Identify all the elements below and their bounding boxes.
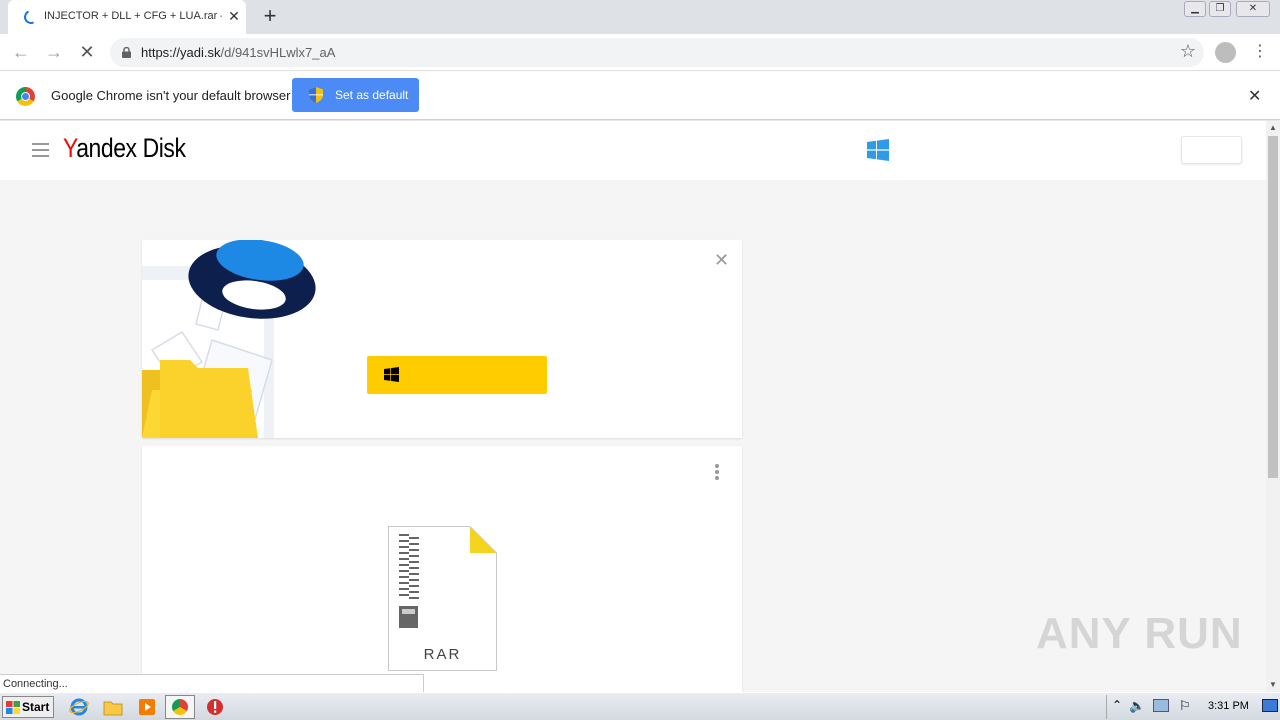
download-for-windows-button[interactable] xyxy=(367,356,547,394)
more-options-icon[interactable] xyxy=(714,464,720,484)
windows-logo-icon xyxy=(384,367,399,382)
uac-shield-icon xyxy=(309,87,323,103)
system-tray: ⌃ 🔈 ⚐ xyxy=(1106,695,1280,719)
media-player-icon[interactable] xyxy=(137,697,157,717)
restore-button[interactable]: ❐ xyxy=(1209,1,1231,17)
tab-close-icon[interactable]: ✕ xyxy=(226,8,242,25)
stop-sign-icon[interactable] xyxy=(205,697,225,717)
window-close-button[interactable]: ✕ xyxy=(1236,1,1270,17)
tab-title: INJECTOR + DLL + CFG + LUA.rar – xyxy=(44,10,222,22)
show-desktop-icon[interactable] xyxy=(1262,699,1278,712)
windows-taskbar: Start ⌃ 🔈 ⚐ 3:31 PM xyxy=(0,692,1280,720)
scrollbar-thumb[interactable] xyxy=(1268,136,1278,478)
volume-icon[interactable]: 🔈 xyxy=(1129,698,1145,714)
default-browser-infobar: Google Chrome isn't your default browser… xyxy=(0,72,1280,120)
yandex-disk-logo[interactable]: Yandex Disk xyxy=(63,133,186,164)
file-explorer-icon[interactable] xyxy=(103,697,123,717)
chrome-taskbar-button[interactable] xyxy=(165,695,195,719)
forward-icon[interactable]: → xyxy=(43,41,65,63)
action-center-flag-icon[interactable]: ⚐ xyxy=(1179,698,1191,714)
back-icon[interactable]: ← xyxy=(10,41,32,63)
new-tab-button[interactable]: + xyxy=(258,4,282,28)
anyrun-watermark: ANY RUN xyxy=(1036,609,1243,658)
hamburger-menu-icon[interactable] xyxy=(32,143,49,157)
start-label: Start xyxy=(22,700,50,714)
page-content: Yandex Disk ✕ RAR Connecting... ANY RUN xyxy=(0,121,1266,692)
chrome-logo-icon xyxy=(16,87,35,106)
tab-strip: INJECTOR + DLL + CFG + LUA.rar – ✕ + ▁ ❐… xyxy=(0,0,1280,34)
windows-logo-icon[interactable] xyxy=(867,139,889,161)
address-bar[interactable]: https://yadi.sk/d/941svHLwlx7_aA ☆ xyxy=(110,38,1204,67)
infobar-close-icon[interactable]: ✕ xyxy=(1248,86,1261,106)
show-hidden-icons-icon[interactable]: ⌃ xyxy=(1112,698,1122,712)
start-button[interactable]: Start xyxy=(2,696,54,718)
file-type-label: RAR xyxy=(423,646,462,663)
bookmark-star-icon[interactable]: ☆ xyxy=(1180,41,1196,62)
browser-tab[interactable]: INJECTOR + DLL + CFG + LUA.rar – ✕ xyxy=(8,0,246,34)
loading-spinner-icon xyxy=(22,8,40,26)
promo-illustration xyxy=(142,240,316,438)
set-as-default-button[interactable]: Set as default xyxy=(292,78,419,112)
set-as-default-label: Set as default xyxy=(335,88,409,102)
taskbar-clock[interactable]: 3:31 PM xyxy=(1208,700,1249,712)
page-scrollbar[interactable]: ▲ ▼ xyxy=(1266,121,1280,692)
scroll-down-icon[interactable]: ▼ xyxy=(1266,678,1280,692)
promo-banner: ✕ xyxy=(142,240,742,438)
minimize-button[interactable]: ▁ xyxy=(1184,1,1206,17)
browser-toolbar: ← → ✕ https://yadi.sk/d/941svHLwlx7_aA ☆… xyxy=(0,34,1280,71)
infobar-message: Google Chrome isn't your default browser xyxy=(51,88,291,103)
login-button[interactable] xyxy=(1181,136,1242,164)
profile-avatar[interactable] xyxy=(1215,42,1236,63)
promo-close-icon[interactable]: ✕ xyxy=(714,250,729,271)
file-preview-card: RAR xyxy=(142,446,742,692)
url-text: https://yadi.sk/d/941svHLwlx7_aA xyxy=(141,45,336,60)
status-bar: Connecting... xyxy=(0,674,424,692)
scroll-up-icon[interactable]: ▲ xyxy=(1266,121,1280,135)
stop-loading-icon[interactable]: ✕ xyxy=(76,41,98,63)
yandex-header: Yandex Disk xyxy=(0,121,1266,180)
chrome-icon xyxy=(172,699,188,715)
windows-flag-icon xyxy=(6,701,20,714)
chrome-menu-icon[interactable]: ⋮ xyxy=(1252,40,1268,64)
lock-icon xyxy=(122,47,131,58)
internet-explorer-icon[interactable] xyxy=(69,697,89,717)
network-icon[interactable] xyxy=(1153,699,1169,712)
